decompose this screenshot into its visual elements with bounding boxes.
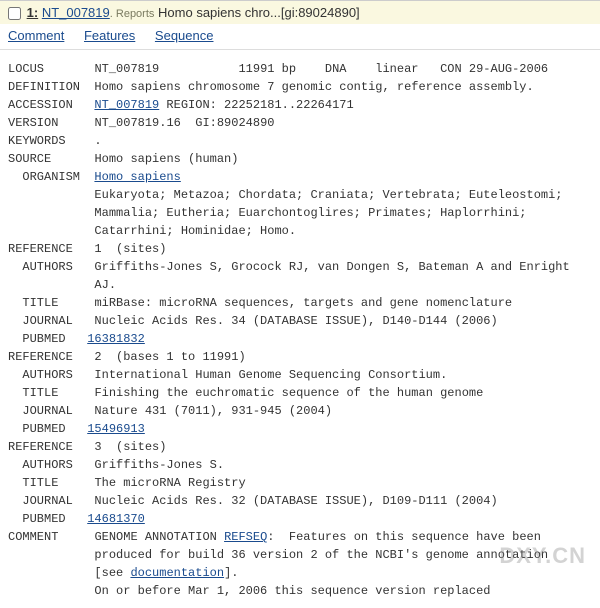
- source-label: SOURCE: [8, 152, 51, 166]
- lineage-1: Eukaryota; Metazoa; Chordata; Craniata; …: [94, 188, 562, 202]
- tab-features[interactable]: Features: [84, 28, 135, 43]
- ref1-pubmed-label: PUBMED: [8, 332, 66, 346]
- ref2-pubmed-link[interactable]: 15496913: [87, 422, 145, 436]
- keywords-value: .: [94, 134, 101, 148]
- ref2-value: 2 (bases 1 to 11991): [94, 350, 245, 364]
- organism-link[interactable]: Homo sapiens: [94, 170, 180, 184]
- ref3-journal-value: Nucleic Acids Res. 32 (DATABASE ISSUE), …: [94, 494, 497, 508]
- ref3-value: 3 (sites): [94, 440, 166, 454]
- version-value: NT_007819.16 GI:89024890: [94, 116, 274, 130]
- ref1-label: REFERENCE: [8, 242, 73, 256]
- documentation-link[interactable]: documentation: [130, 566, 224, 580]
- ref2-title-value: Finishing the euchromatic sequence of th…: [94, 386, 483, 400]
- ref1-journal-value: Nucleic Acids Res. 34 (DATABASE ISSUE), …: [94, 314, 497, 328]
- organism-label: ORGANISM: [8, 170, 80, 184]
- ref2-authors-value: International Human Genome Sequencing Co…: [94, 368, 447, 382]
- ref3-pubmed-link[interactable]: 14681370: [87, 512, 145, 526]
- ref2-journal-value: Nature 431 (7011), 931-945 (2004): [94, 404, 332, 418]
- ref1-value: 1 (sites): [94, 242, 166, 256]
- ref3-authors-value: Griffiths-Jones S.: [94, 458, 224, 472]
- keywords-label: KEYWORDS: [8, 134, 66, 148]
- ref1-authors-2: AJ.: [94, 278, 116, 292]
- comment-pre: GENOME ANNOTATION: [94, 530, 224, 544]
- locus-label: LOCUS: [8, 62, 44, 76]
- accession-link[interactable]: NT_007819: [94, 98, 159, 112]
- ref3-pubmed-label: PUBMED: [8, 512, 66, 526]
- comment-line4: On or before Mar 1, 2006 this sequence v…: [94, 584, 490, 598]
- accession-header-link[interactable]: NT_007819: [42, 5, 110, 20]
- accession-label: ACCESSION: [8, 98, 73, 112]
- genbank-record: LOCUS NT_007819 11991 bp DNA linear CON …: [0, 50, 600, 608]
- lineage-3: Catarrhini; Hominidae; Homo.: [94, 224, 296, 238]
- result-index: 1:: [27, 5, 39, 20]
- comment-post: : Features on this sequence have been: [267, 530, 541, 544]
- comment-line3b: ].: [224, 566, 238, 580]
- comment-line2: produced for build 36 version 2 of the N…: [94, 548, 548, 562]
- comment-label: COMMENT: [8, 530, 58, 544]
- ref3-label: REFERENCE: [8, 440, 73, 454]
- result-title: Homo sapiens chro...[gi:89024890]: [158, 5, 360, 20]
- ref3-journal-label: JOURNAL: [8, 494, 73, 508]
- tab-comment[interactable]: Comment: [8, 28, 64, 43]
- tab-sequence[interactable]: Sequence: [155, 28, 214, 43]
- reports-label: . Reports: [110, 8, 155, 20]
- refseq-link[interactable]: REFSEQ: [224, 530, 267, 544]
- ref3-title-value: The microRNA Registry: [94, 476, 245, 490]
- source-value: Homo sapiens (human): [94, 152, 238, 166]
- definition-label: DEFINITION: [8, 80, 80, 94]
- ref2-label: REFERENCE: [8, 350, 73, 364]
- ref1-pubmed-link[interactable]: 16381832: [87, 332, 145, 346]
- version-label: VERSION: [8, 116, 58, 130]
- comment-line3a: [see: [94, 566, 130, 580]
- ref2-pubmed-label: PUBMED: [8, 422, 66, 436]
- locus-value: NT_007819 11991 bp DNA linear CON 29-AUG…: [94, 62, 548, 76]
- definition-value: Homo sapiens chromosome 7 genomic contig…: [94, 80, 533, 94]
- select-checkbox[interactable]: [8, 7, 21, 20]
- lineage-2: Mammalia; Eutheria; Euarchontoglires; Pr…: [94, 206, 526, 220]
- ref1-title-label: TITLE: [8, 296, 58, 310]
- ref1-journal-label: JOURNAL: [8, 314, 73, 328]
- ref2-title-label: TITLE: [8, 386, 58, 400]
- ref3-authors-label: AUTHORS: [8, 458, 73, 472]
- ref2-authors-label: AUTHORS: [8, 368, 73, 382]
- ref1-title-value: miRBase: microRNA sequences, targets and…: [94, 296, 512, 310]
- ref3-title-label: TITLE: [8, 476, 58, 490]
- accession-region: REGION: 22252181..22264171: [159, 98, 353, 112]
- ref2-journal-label: JOURNAL: [8, 404, 73, 418]
- result-header: 1: NT_007819. Reports Homo sapiens chro.…: [0, 0, 600, 24]
- ref1-authors-1: Griffiths-Jones S, Grocock RJ, van Donge…: [94, 260, 569, 274]
- ref1-authors-label: AUTHORS: [8, 260, 73, 274]
- nav-tabs: Comment Features Sequence: [0, 24, 600, 50]
